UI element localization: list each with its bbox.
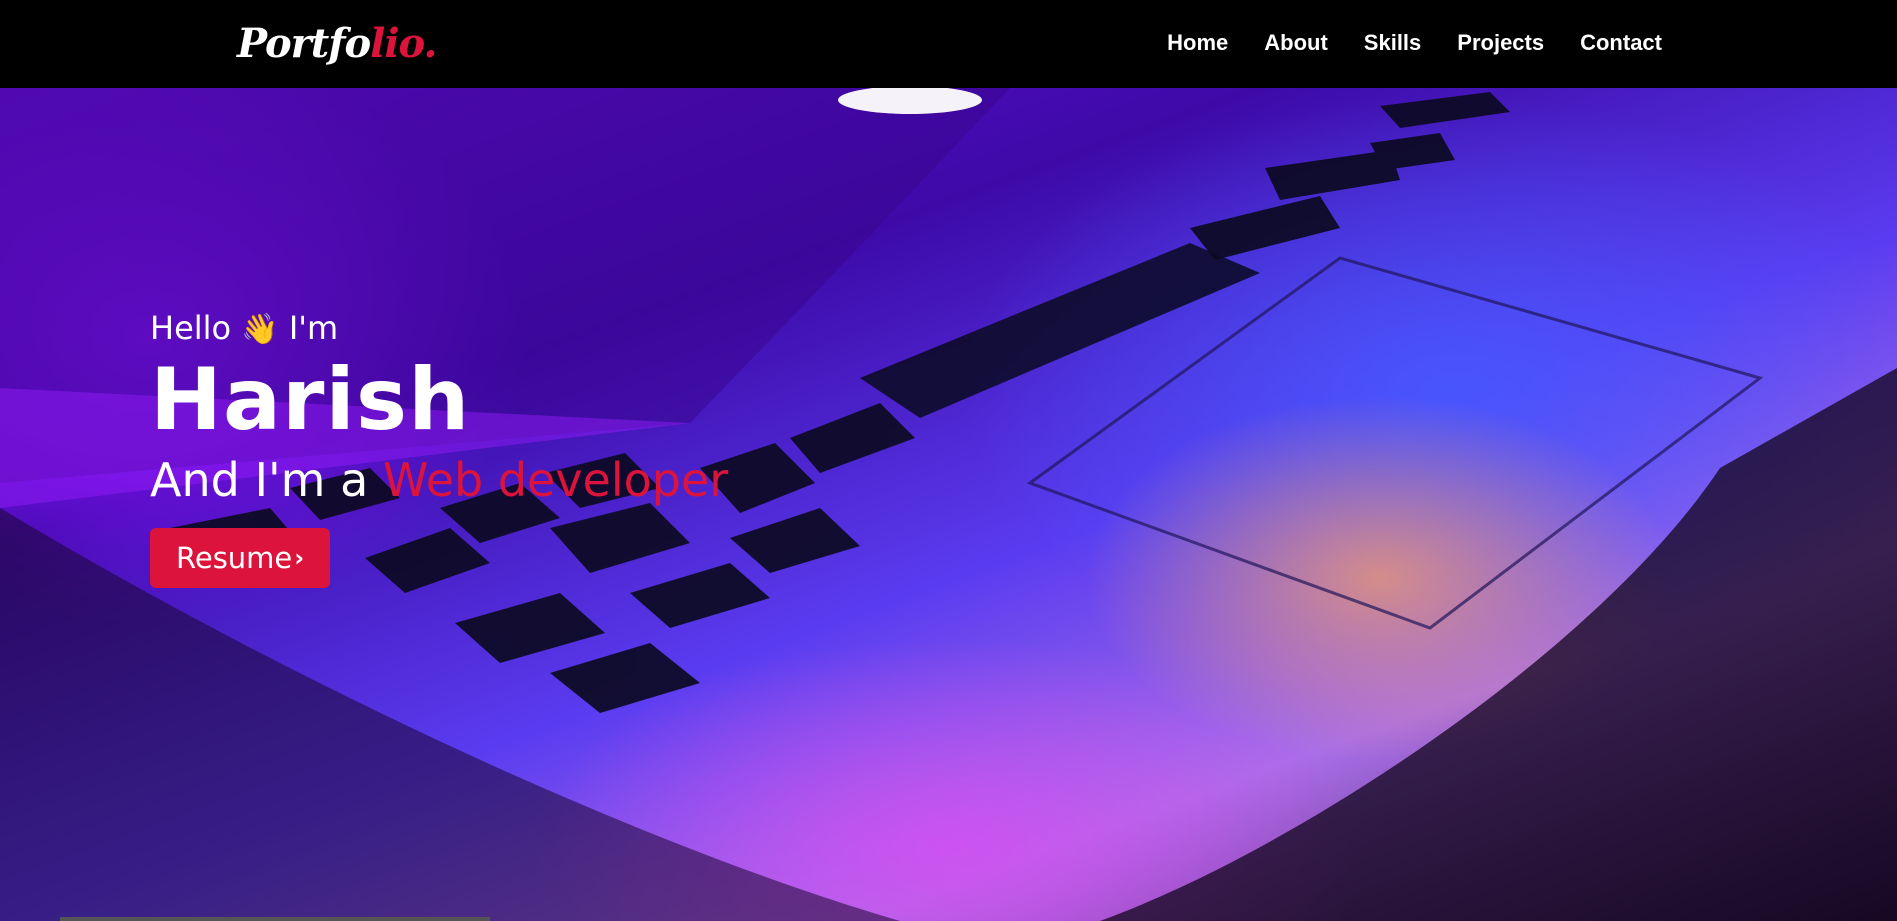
greeting-hello: Hello [150,309,232,347]
hero-text: Hello 👋 I'm Harish And I'm a Web develop… [150,308,728,588]
nav-links: Home About Skills Projects Contact [1167,28,1662,58]
hero-name: Harish [150,350,471,450]
scroll-indicator [60,917,490,921]
role-title: Web developer [382,453,729,507]
logo-accent: lio. [370,20,437,67]
logo[interactable]: Portfolio. [237,18,437,70]
greeting-im: I'm [288,309,339,347]
role-prefix: And I'm a [150,453,369,507]
nav-link-skills[interactable]: Skills [1364,28,1421,58]
logo-main: Portfo [237,20,371,67]
chevron-right-icon: › [294,544,305,572]
role-line: And I'm a Web developer [150,452,728,508]
hero-section: Hello 👋 I'm Harish And I'm a Web develop… [0,88,1897,921]
nav-link-contact[interactable]: Contact [1580,28,1662,58]
resume-label: Resume [176,541,293,575]
waving-hand-icon: 👋 [241,312,279,347]
nav-link-about[interactable]: About [1264,28,1328,58]
navbar: Portfolio. Home About Skills Projects Co… [0,0,1897,88]
nav-link-home[interactable]: Home [1167,28,1228,58]
nav-link-projects[interactable]: Projects [1457,28,1544,58]
greeting: Hello 👋 I'm [150,308,728,348]
resume-button[interactable]: Resume › [150,528,331,588]
